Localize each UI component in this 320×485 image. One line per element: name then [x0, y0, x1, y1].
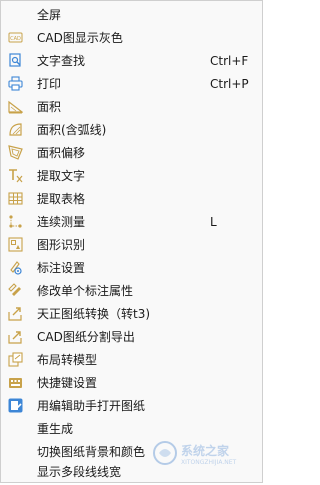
menu-item-extract-table[interactable]: 提取表格 — [2, 187, 263, 210]
menu-item-shape-recognition[interactable]: 图形识别 — [2, 233, 263, 256]
menu-item-label: 提取表格 — [37, 192, 86, 206]
menu-item-text-search[interactable]: 文字查找 Ctrl+F — [2, 49, 263, 72]
menu-item-edit-assistant[interactable]: 用编辑助手打开图纸 — [2, 394, 263, 417]
menu-item-label: 打印 — [37, 77, 62, 91]
menu-item-area[interactable]: 面积 — [2, 95, 263, 118]
menu-item-annotation-settings[interactable]: 标注设置 — [2, 256, 263, 279]
menu-item-label: 快捷键设置 — [37, 376, 98, 390]
menu-item-fullscreen[interactable]: 全屏 — [2, 3, 263, 26]
continuous-measure-icon — [8, 214, 23, 229]
menu-item-label: CAD图纸分割导出 — [37, 330, 135, 344]
menu-item-regenerate[interactable]: 重生成 — [2, 417, 263, 440]
tangent-convert-icon — [8, 306, 23, 321]
text-search-icon — [8, 53, 23, 68]
menu-item-edit-annotation[interactable]: 修改单个标注属性 — [2, 279, 263, 302]
menu-item-label: 面积(含弧线) — [37, 123, 107, 137]
split-export-icon — [8, 329, 23, 344]
menu-item-continuous-measure[interactable]: 连续测量 L — [2, 210, 263, 233]
extract-text-icon — [8, 168, 23, 183]
layout-to-model-icon — [8, 352, 23, 367]
menu-item-label: 布局转模型 — [37, 353, 98, 367]
context-menu: 全屏 CAD CAD图显示灰色 文字查找 Ctrl+F 打印 Ctrl+P 面积… — [0, 0, 263, 483]
menu-item-label: 面积 — [37, 100, 62, 114]
menu-item-label: 面积偏移 — [37, 146, 86, 160]
area-icon — [8, 99, 23, 114]
extract-table-icon — [8, 191, 23, 206]
menu-item-label: 提取文字 — [37, 169, 86, 183]
menu-item-label: 全屏 — [37, 8, 62, 22]
menu-item-shortcut: Ctrl+P — [210, 76, 249, 91]
keyboard-icon — [8, 375, 23, 390]
edit-assistant-icon — [8, 398, 23, 413]
menu-item-label: 重生成 — [37, 422, 74, 436]
menu-item-label: 切换图纸背景和颜色 — [37, 445, 146, 459]
menu-item-label: 修改单个标注属性 — [37, 284, 134, 298]
menu-item-split-export[interactable]: CAD图纸分割导出 — [2, 325, 263, 348]
svg-text:CAD: CAD — [10, 36, 21, 42]
printer-icon — [8, 76, 23, 91]
menu-item-label: 文字查找 — [37, 54, 86, 68]
svg-text:XITONGZHIJIA.NET: XITONGZHIJIA.NET — [181, 459, 237, 466]
menu-item-print[interactable]: 打印 Ctrl+P — [2, 72, 263, 95]
menu-item-area-arc[interactable]: 面积(含弧线) — [2, 118, 263, 141]
menu-item-label: 显示多段线线宽 — [37, 465, 122, 479]
annotation-settings-icon — [8, 260, 23, 275]
menu-item-shortcut: L — [210, 214, 217, 229]
menu-item-layout-to-model[interactable]: 布局转模型 — [2, 348, 263, 371]
menu-item-extract-text[interactable]: 提取文字 — [2, 164, 263, 187]
area-arc-icon — [8, 122, 23, 137]
menu-item-label: CAD图显示灰色 — [37, 31, 123, 45]
menu-item-tangent-convert[interactable]: 天正图纸转换（转t3) — [2, 302, 263, 325]
edit-annotation-icon — [8, 283, 23, 298]
shape-recognition-icon — [8, 237, 23, 252]
menu-item-shortcut: Ctrl+F — [210, 53, 249, 68]
area-offset-icon — [8, 145, 23, 160]
menu-item-label: 图形识别 — [37, 238, 86, 252]
menu-item-label: 标注设置 — [37, 261, 86, 275]
menu-item-shortcut-settings[interactable]: 快捷键设置 — [2, 371, 263, 394]
menu-item-label: 用编辑助手打开图纸 — [37, 399, 146, 413]
watermark-logo: 系统之家 XITONGZHIJIA.NET — [151, 439, 261, 467]
menu-item-label: 天正图纸转换（转t3) — [37, 307, 151, 321]
menu-item-area-offset[interactable]: 面积偏移 — [2, 141, 263, 164]
menu-item-cad-gray[interactable]: CAD CAD图显示灰色 — [2, 26, 263, 49]
menu-item-label: 连续测量 — [37, 215, 86, 229]
svg-text:系统之家: 系统之家 — [181, 443, 230, 458]
cad-gray-icon: CAD — [8, 30, 23, 45]
